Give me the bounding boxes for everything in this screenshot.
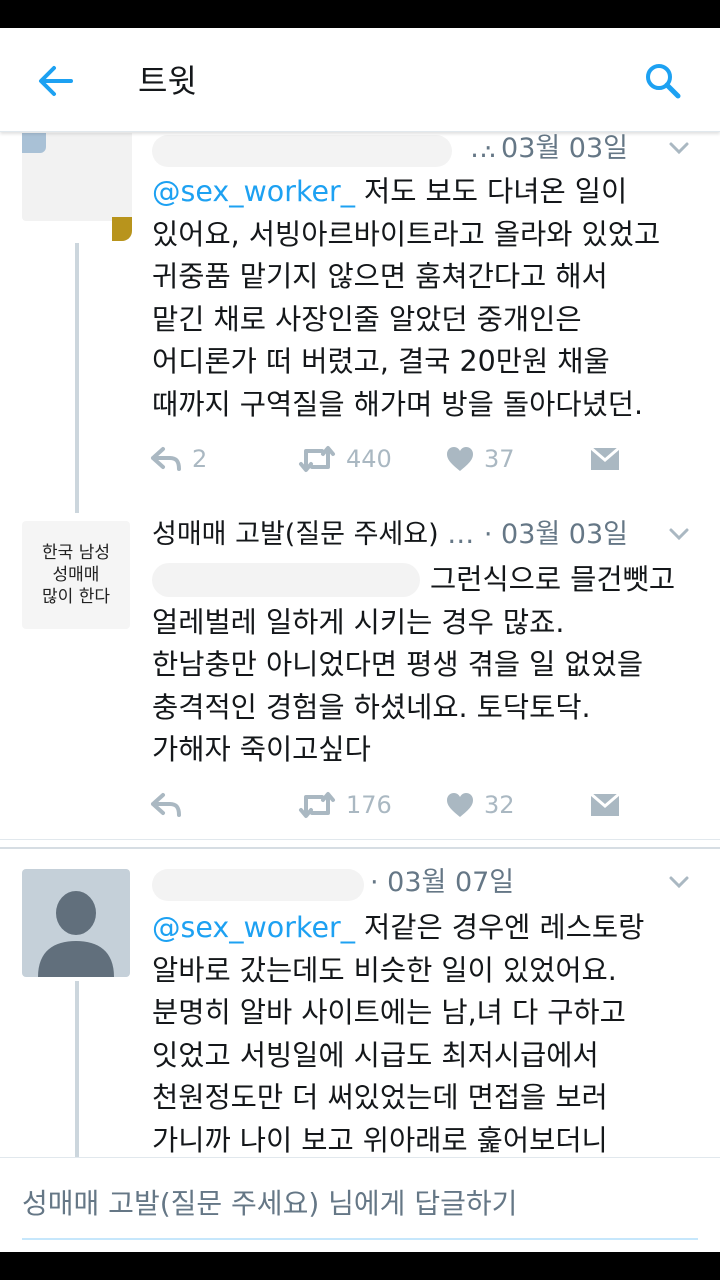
default-user-icon xyxy=(38,891,114,977)
status-bar xyxy=(0,0,720,28)
like-button[interactable]: 37 xyxy=(446,439,515,479)
author-name[interactable]: 성매매 고발(질문 주세요) xyxy=(152,519,439,550)
heart-icon xyxy=(447,793,473,817)
tweet-header: 성매매 고발(질문 주세요) … · 03월 03일 xyxy=(152,517,700,553)
input-underline xyxy=(22,1238,698,1240)
app-bar: 트윗 xyxy=(0,28,720,132)
direct-message-button[interactable] xyxy=(590,439,620,479)
tweet-date: · 03월 03일 xyxy=(483,133,628,164)
direct-message-button[interactable] xyxy=(590,785,620,825)
divider xyxy=(0,847,720,849)
like-count: 32 xyxy=(484,791,515,819)
tweet-text: @sex_worker_ 저도 보도 다녀온 일이 있어요, 서빙아르바이트라고… xyxy=(152,175,661,421)
mention-link[interactable]: @sex_worker_ xyxy=(152,911,355,944)
search-button[interactable] xyxy=(636,54,690,108)
avatar[interactable]: 한국 남성 성매매 많이 한다 xyxy=(22,521,130,629)
thread-line xyxy=(75,243,79,513)
divider xyxy=(0,839,720,840)
avatar[interactable] xyxy=(22,869,130,977)
redacted-name xyxy=(152,135,452,167)
tweet[interactable]: · 03월 07일 @sex_worker_ 저같은 경우엔 레스토랑 알바로 … xyxy=(0,853,720,1157)
avatar-fragment xyxy=(22,133,46,153)
tweet-actions: 176 32 xyxy=(150,785,630,825)
tweet-header: … · 03월 03일 xyxy=(152,133,700,167)
tweet-date: · 03월 07일 xyxy=(370,867,515,898)
retweet-button[interactable]: 440 xyxy=(298,439,392,479)
retweet-count: 440 xyxy=(346,445,392,473)
like-button[interactable]: 32 xyxy=(446,785,515,825)
thread-line xyxy=(75,981,79,1157)
direct-message-icon xyxy=(590,792,620,816)
avatar-fragment xyxy=(112,217,132,241)
tweet-actions: 2 440 37 xyxy=(150,439,630,479)
reply-placeholder[interactable]: 성매매 고발(질문 주세요) 님에게 답글하기 xyxy=(22,1182,517,1222)
reply-composer[interactable]: 성매매 고발(질문 주세요) 님에게 답글하기 xyxy=(0,1157,720,1252)
direct-message-icon xyxy=(590,446,620,470)
chevron-down-icon[interactable] xyxy=(666,869,692,895)
tweet-header: · 03월 07일 xyxy=(152,865,700,901)
retweet-icon xyxy=(299,792,335,818)
like-count: 37 xyxy=(484,445,515,473)
mention-link[interactable]: @sex_worker_ xyxy=(152,175,355,208)
reply-count: 2 xyxy=(192,445,208,473)
reply-button[interactable] xyxy=(150,785,192,825)
handle-ellipsis: … xyxy=(447,519,475,550)
tweet[interactable]: … · 03월 03일 @sex_worker_ 저도 보도 다녀온 일이 있어… xyxy=(0,133,720,513)
search-icon xyxy=(646,64,681,99)
retweet-count: 176 xyxy=(346,791,392,819)
reply-icon xyxy=(151,793,181,817)
tweet-date: · 03월 03일 xyxy=(483,519,628,550)
back-button[interactable] xyxy=(30,56,80,106)
conversation-feed[interactable]: … · 03월 03일 @sex_worker_ 저도 보도 다녀온 일이 있어… xyxy=(0,133,720,1157)
chevron-down-icon[interactable] xyxy=(666,521,692,547)
back-arrow-icon xyxy=(39,66,73,96)
redacted-name xyxy=(152,869,364,901)
reply-icon xyxy=(151,447,181,471)
reply-button[interactable]: 2 xyxy=(150,439,207,479)
tweet-text: @sex_worker_ 저같은 경우엔 레스토랑 알바로 갔는데도 비슷한 일… xyxy=(152,911,645,1157)
retweet-button[interactable]: 176 xyxy=(298,785,392,825)
heart-icon xyxy=(447,447,473,471)
tweet-text: 그런식으로 믈건뺏고 얼레벌레 일하게 시키는 경우 많죠. 한남충만 아니었다… xyxy=(152,563,676,766)
chevron-down-icon[interactable] xyxy=(666,135,692,161)
tweet[interactable]: 한국 남성 성매매 많이 한다 성매매 고발(질문 주세요) … · 03월 0… xyxy=(0,511,720,841)
navigation-bar xyxy=(0,1252,720,1280)
page-title: 트윗 xyxy=(138,62,197,100)
retweet-icon xyxy=(299,446,335,472)
